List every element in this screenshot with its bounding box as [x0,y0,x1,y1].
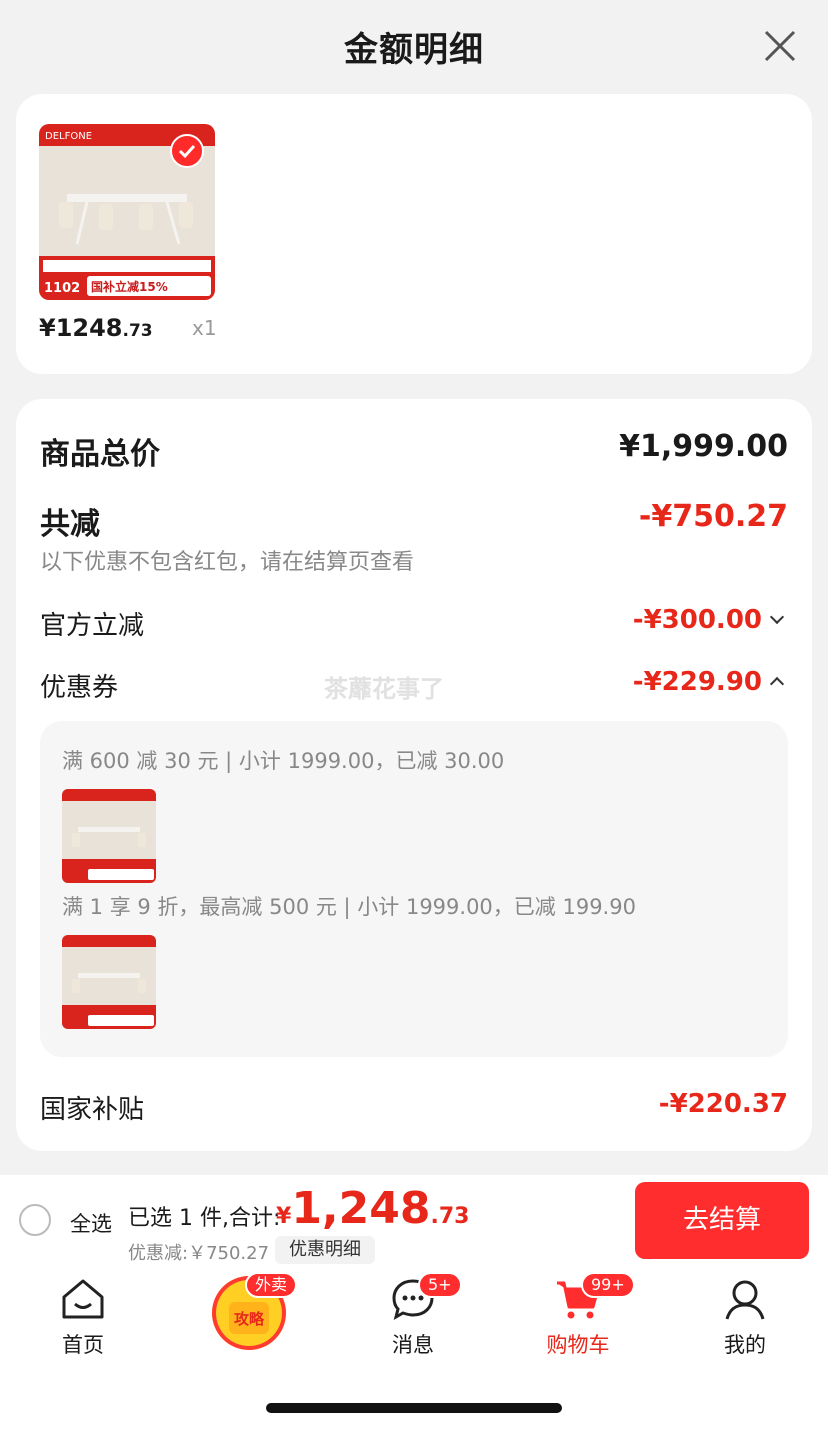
tab-cart[interactable]: 购物车 99+ [523,1272,635,1359]
price-detail-card: 商品总价 ¥1,999.00 共减 -¥750.27 以下优惠不包含红包，请在结… [16,399,812,1151]
coupon-value: -¥229.90 [632,667,762,697]
close-icon[interactable] [760,26,800,66]
total-amount: ¥1,248.73 [276,1183,470,1234]
chevron-up-icon [769,676,785,691]
chevron-down-icon [769,609,785,624]
tab-home[interactable]: 首页 [28,1277,138,1359]
product-card: DELFONE 1102 国补立减15% ¥1248.73 x1 [16,94,812,374]
checkout-button[interactable]: 去结算 [635,1182,809,1259]
takeout-badge: 外卖 [245,1272,298,1298]
coupon-line-1: 满 600 减 30 元 | 小计 1999.00，已减 30.00 [62,749,505,773]
discount-detail-button[interactable]: 优惠明细 [275,1236,375,1264]
svg-text:1102: 1102 [44,281,80,296]
brand-text: DELFONE [45,131,92,142]
coupon-product-thumbnail [62,935,156,1029]
coupon-detail-box: 满 600 减 30 元 | 小计 1999.00，已减 30.00 满 1 享… [40,721,788,1057]
messages-badge: 5+ [418,1272,462,1298]
svg-text:国补立减15%: 国补立减15% [91,279,168,294]
select-all-radio[interactable] [19,1204,51,1236]
selected-count: 已选 1 件,合计: [128,1206,281,1231]
checkout-bar: 全选 已选 1 件,合计: ¥1,248.73 优惠减:￥750.27 优惠明细… [0,1175,828,1267]
cart-badge: 99+ [581,1272,635,1298]
page-header: 金额明细 [0,0,828,92]
discount-amount: 优惠减:￥750.27 [128,1243,270,1264]
selected-check-icon[interactable] [170,134,204,168]
official-discount-value: -¥300.00 [632,605,762,635]
product-quantity: x1 [192,316,217,340]
total-price-value: ¥1,999.00 [619,429,788,464]
select-all-label[interactable]: 全选 [70,1208,112,1238]
coupon-line-2: 满 1 享 9 折，最高减 500 元 | 小计 1999.00，已减 199.… [62,895,636,919]
svg-text:攻略: 攻略 [234,1310,265,1328]
tab-messages[interactable]: 消息 5+ [358,1272,468,1359]
profile-icon [725,1280,765,1320]
coupon-product-thumbnail [62,789,156,883]
home-indicator [266,1403,562,1413]
page-title: 金额明细 [344,30,484,70]
product-price: ¥1248.73 [39,314,153,342]
discount-note: 以下优惠不包含红包，请在结算页查看 [40,550,415,575]
home-icon [62,1279,104,1319]
watermark: 茶蘼花事了 [324,675,444,703]
tab-mine[interactable]: 我的 [690,1277,800,1359]
total-reduce-value: -¥750.27 [638,499,788,534]
subsidy-value: -¥220.37 [658,1089,788,1119]
